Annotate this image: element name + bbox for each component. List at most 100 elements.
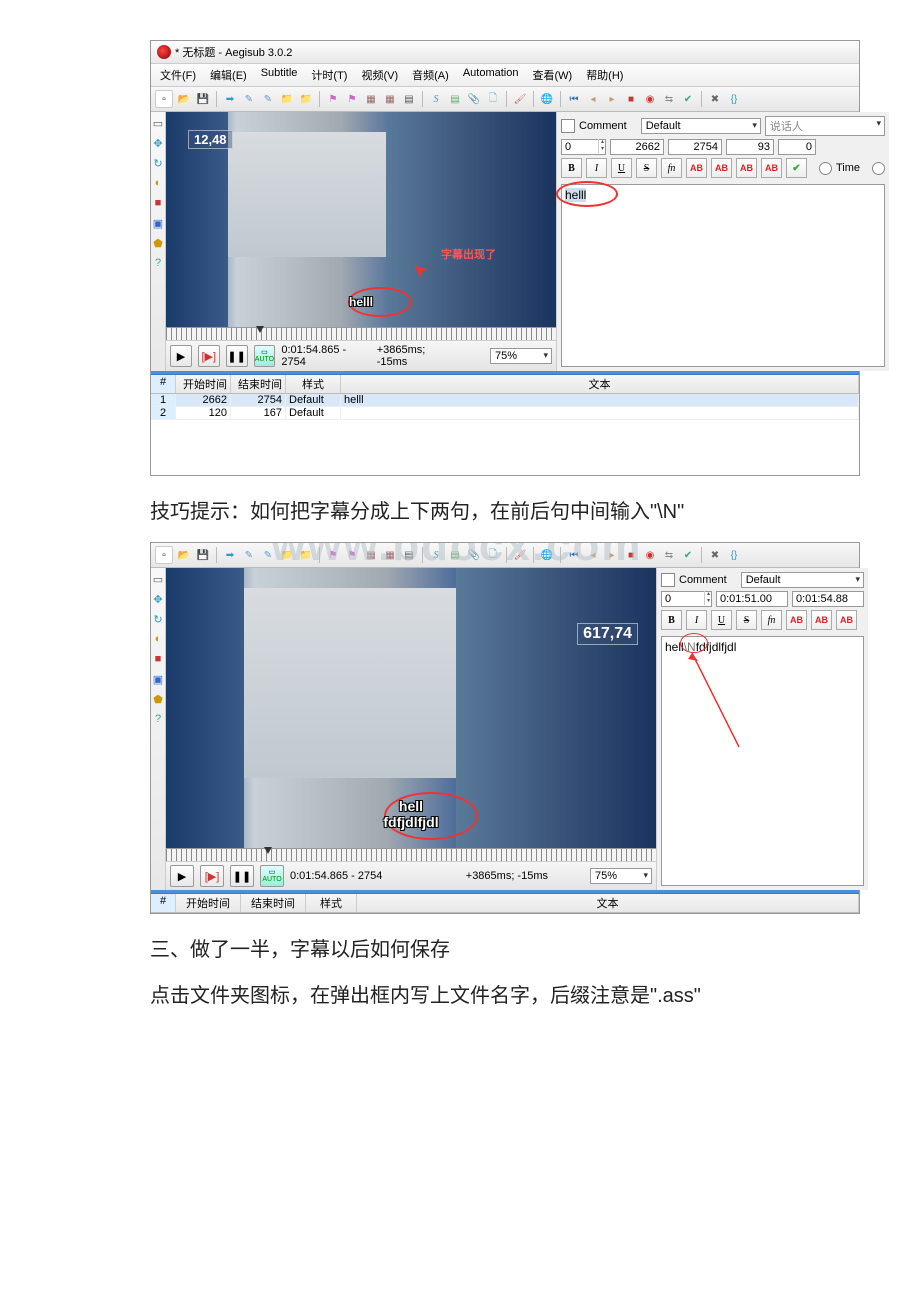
fontname-button[interactable]: fn xyxy=(761,610,782,630)
time-radio[interactable] xyxy=(819,162,832,175)
font-icon[interactable]: 🗋 xyxy=(485,91,501,107)
play-line-button[interactable]: [▶] xyxy=(200,865,224,887)
color2-button[interactable]: AB xyxy=(711,158,732,178)
color2-button[interactable]: AB xyxy=(811,610,832,630)
std-tool-icon[interactable]: ▭ xyxy=(151,572,165,586)
wand-icon[interactable]: ✎ xyxy=(241,91,257,107)
underline-button[interactable]: U xyxy=(711,610,732,630)
clock-icon[interactable]: ◉ xyxy=(642,91,658,107)
brackets-icon[interactable]: {} xyxy=(726,547,742,563)
start-time-input[interactable]: 0:01:51.00 xyxy=(716,591,788,607)
underline-button[interactable]: U xyxy=(611,158,632,178)
globe-icon[interactable]: 🌐 xyxy=(539,547,555,563)
end-time-input[interactable]: 0:01:54.88 xyxy=(792,591,864,607)
autoscroll-button[interactable]: ▭AUTO xyxy=(260,865,284,887)
save-file-icon[interactable]: 💾 xyxy=(195,91,211,107)
open-file-icon[interactable]: 📂 xyxy=(176,547,192,563)
list-icon[interactable]: ▤ xyxy=(447,91,463,107)
font-icon[interactable]: 🗋 xyxy=(485,547,501,563)
subtitle-grid[interactable]: # 开始时间 结束时间 样式 文本 xyxy=(151,893,859,913)
scale-tool-icon[interactable]: ■ xyxy=(151,196,165,210)
brush-icon[interactable]: 🖌 xyxy=(512,91,528,107)
color3-button[interactable]: AB xyxy=(836,610,857,630)
clip-tool-icon[interactable]: ▣ xyxy=(151,216,165,230)
stop-icon[interactable]: ■ xyxy=(623,91,639,107)
grid2-icon[interactable]: ▦ xyxy=(382,547,398,563)
wand-icon[interactable]: ✎ xyxy=(241,547,257,563)
vector-clip-tool-icon[interactable]: ⬟ xyxy=(151,236,165,250)
flag2-icon[interactable]: ⚑ xyxy=(344,547,360,563)
vector-clip-tool-icon[interactable]: ⬟ xyxy=(151,692,165,706)
layer-input[interactable]: 0 xyxy=(661,591,712,607)
fontname-button[interactable]: fn xyxy=(661,158,682,178)
arrow-right-icon[interactable]: ➡ xyxy=(222,91,238,107)
menu-help[interactable]: 帮助(H) xyxy=(581,66,628,84)
check-icon[interactable]: ✔ xyxy=(680,547,696,563)
seek-start-icon[interactable]: ⏮ xyxy=(566,547,582,563)
open-file-icon[interactable]: 📂 xyxy=(176,91,192,107)
italic-button[interactable]: I xyxy=(686,610,707,630)
style-select[interactable]: Default xyxy=(741,572,864,588)
menu-automation[interactable]: Automation xyxy=(458,66,524,84)
seek-back-icon[interactable]: ◂ xyxy=(585,547,601,563)
color1-button[interactable]: AB xyxy=(786,610,807,630)
color4-button[interactable]: AB xyxy=(761,158,782,178)
seek-start-icon[interactable]: ⏮ xyxy=(566,91,582,107)
brush-icon[interactable]: 🖌 xyxy=(512,547,528,563)
menubar[interactable]: 文件(F) 编辑(E) Subtitle 计时(T) 视频(V) 音频(A) A… xyxy=(151,64,859,87)
new-file-icon[interactable]: ▫ xyxy=(155,546,173,564)
move-tool-icon[interactable]: ✥ xyxy=(151,592,165,606)
video-preview[interactable]: 12,48 字幕出现了 ➤ helll xyxy=(166,112,556,327)
style-icon[interactable]: S xyxy=(428,91,444,107)
pause-button[interactable]: ❚❚ xyxy=(226,345,248,367)
wand2-icon[interactable]: ✎ xyxy=(260,91,276,107)
save-file-icon[interactable]: 💾 xyxy=(195,547,211,563)
menu-edit[interactable]: 编辑(E) xyxy=(205,66,252,84)
rotate-z-tool-icon[interactable]: ↻ xyxy=(151,612,165,626)
new-file-icon[interactable]: ▫ xyxy=(155,90,173,108)
list-icon[interactable]: ▤ xyxy=(447,547,463,563)
end-time-input[interactable]: 2754 xyxy=(668,139,722,155)
grid1-icon[interactable]: ▦ xyxy=(363,91,379,107)
help-tool-icon[interactable]: ? xyxy=(151,256,165,270)
strike-button[interactable]: S xyxy=(636,158,657,178)
bold-button[interactable]: B xyxy=(661,610,682,630)
play-line-button[interactable]: [▶] xyxy=(198,345,220,367)
video-preview[interactable]: 617,74 hell fdfjdlfjdl xyxy=(166,568,656,848)
subtitle-text-input[interactable]: hell\Nfdfjdlfjdl xyxy=(661,636,864,886)
duration-input[interactable]: 93 xyxy=(726,139,774,155)
menu-view[interactable]: 查看(W) xyxy=(527,66,577,84)
menu-timing[interactable]: 计时(T) xyxy=(306,66,352,84)
strike-button[interactable]: S xyxy=(736,610,757,630)
start-time-input[interactable]: 2662 xyxy=(610,139,664,155)
tools-icon[interactable]: ✖ xyxy=(707,547,723,563)
grid1-icon[interactable]: ▦ xyxy=(363,547,379,563)
globe-icon[interactable]: 🌐 xyxy=(539,91,555,107)
actor-select[interactable]: 说话人 xyxy=(765,116,885,136)
zoom-select[interactable]: 75% xyxy=(490,348,552,364)
shift-icon[interactable]: ⇆ xyxy=(661,547,677,563)
open-video-icon[interactable]: 📁 xyxy=(279,547,295,563)
move-tool-icon[interactable]: ✥ xyxy=(151,136,165,150)
color3-button[interactable]: AB xyxy=(736,158,757,178)
pause-button[interactable]: ❚❚ xyxy=(230,865,254,887)
attach-icon[interactable]: 📎 xyxy=(466,91,482,107)
flag1-icon[interactable]: ⚑ xyxy=(325,91,341,107)
zoom-select[interactable]: 75% xyxy=(590,868,652,884)
attach-icon[interactable]: 📎 xyxy=(466,547,482,563)
arrow-right-icon[interactable]: ➡ xyxy=(222,547,238,563)
play-button[interactable]: ▶ xyxy=(170,345,192,367)
play-button[interactable]: ▶ xyxy=(170,865,194,887)
stop-icon[interactable]: ■ xyxy=(623,547,639,563)
menu-subtitle[interactable]: Subtitle xyxy=(256,66,303,84)
check-icon[interactable]: ✔ xyxy=(680,91,696,107)
brackets-icon[interactable]: {} xyxy=(726,91,742,107)
shift-icon[interactable]: ⇆ xyxy=(661,91,677,107)
seek-fwd-icon[interactable]: ▸ xyxy=(604,547,620,563)
grid-row[interactable]: 1 2662 2754 Default helll xyxy=(151,394,859,407)
seek-back-icon[interactable]: ◂ xyxy=(585,91,601,107)
clip-tool-icon[interactable]: ▣ xyxy=(151,672,165,686)
grid3-icon[interactable]: ▤ xyxy=(401,91,417,107)
menu-video[interactable]: 视频(V) xyxy=(356,66,403,84)
std-tool-icon[interactable]: ▭ xyxy=(151,116,165,130)
